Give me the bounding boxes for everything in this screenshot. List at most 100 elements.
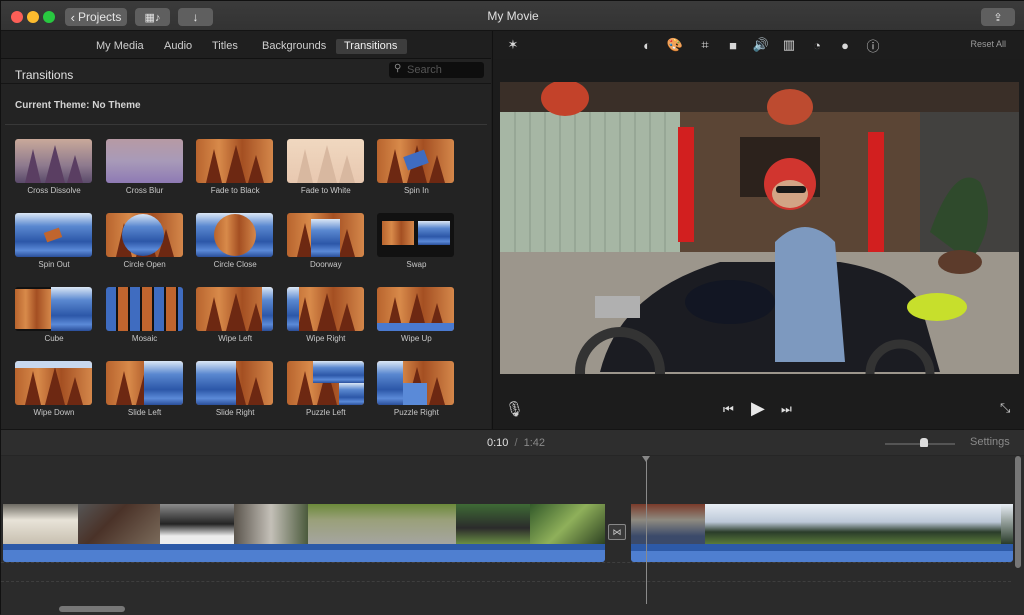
transition-wipe-down[interactable]: Wipe Down bbox=[15, 361, 93, 417]
tab-my-media[interactable]: My Media bbox=[88, 39, 152, 54]
transition-label: Doorway bbox=[310, 260, 342, 269]
info-icon[interactable]: ⓘ bbox=[865, 37, 881, 54]
transition-thumbnail[interactable] bbox=[286, 287, 364, 331]
current-time: 0:10 bbox=[487, 437, 509, 449]
clip-filter-icon[interactable]: ● bbox=[837, 37, 853, 53]
clip-thumbnail bbox=[78, 504, 160, 544]
transition-swap[interactable]: Swap bbox=[377, 213, 455, 269]
transition-label: Cube bbox=[44, 334, 64, 343]
clip-thumbnail bbox=[927, 504, 1001, 544]
playback-controls: 🎙 ⏮ ▶ ⏭ ⤡ bbox=[493, 391, 1024, 429]
transition-cross-blur[interactable]: Cross Blur bbox=[105, 139, 184, 195]
transition-label: Wipe Up bbox=[401, 334, 432, 343]
cross-dissolve-transition-icon[interactable]: ⋈ bbox=[608, 524, 626, 540]
track-divider bbox=[1, 562, 1011, 563]
transition-thumbnail[interactable] bbox=[377, 213, 455, 257]
skip-forward-icon[interactable]: ⏭ bbox=[781, 402, 792, 417]
transition-wipe-right[interactable]: Wipe Right bbox=[286, 287, 365, 343]
clip-thumbnail bbox=[160, 504, 234, 544]
clip-1[interactable] bbox=[3, 504, 605, 562]
transition-fade-to-white[interactable]: Fade to White bbox=[286, 139, 365, 195]
microphone-icon[interactable]: 🎙 bbox=[505, 400, 524, 418]
transition-spin-in[interactable]: Spin In bbox=[377, 139, 455, 195]
section-title: Transitions bbox=[15, 68, 74, 82]
stabilization-icon[interactable]: ■ bbox=[725, 37, 741, 53]
transition-thumbnail[interactable] bbox=[377, 139, 455, 183]
transition-thumbnail[interactable] bbox=[196, 213, 274, 257]
search-field[interactable]: ⚲ Search bbox=[389, 62, 484, 78]
tab-backgrounds[interactable]: Backgrounds bbox=[254, 39, 334, 54]
settings-button[interactable]: Settings bbox=[970, 436, 1010, 448]
share-icon: ⇪ bbox=[993, 11, 1003, 24]
transition-mosaic[interactable]: Mosaic bbox=[105, 287, 184, 343]
transition-thumbnail[interactable] bbox=[196, 287, 274, 331]
audio-waveform bbox=[631, 544, 1013, 562]
share-button[interactable]: ⇪ bbox=[981, 8, 1015, 26]
transition-label: Mosaic bbox=[131, 334, 158, 343]
volume-icon[interactable]: 🔊 bbox=[753, 37, 769, 53]
transition-thumbnail[interactable] bbox=[377, 361, 455, 405]
transition-cross-dissolve[interactable]: Cross Dissolve bbox=[15, 139, 93, 195]
color-balance-icon[interactable]: ◐ bbox=[639, 37, 655, 53]
transition-circle-close[interactable]: Circle Close bbox=[196, 213, 274, 269]
transition-doorway[interactable]: Doorway bbox=[286, 213, 365, 269]
playhead[interactable] bbox=[642, 456, 650, 604]
transition-thumbnail[interactable] bbox=[15, 139, 92, 183]
transition-thumbnail[interactable] bbox=[15, 213, 92, 257]
transition-label: Wipe Down bbox=[33, 408, 75, 417]
video-frame bbox=[500, 82, 1019, 374]
transition-thumbnail[interactable] bbox=[286, 139, 364, 183]
transition-wipe-left[interactable]: Wipe Left bbox=[196, 287, 274, 343]
tab-titles[interactable]: Titles bbox=[204, 39, 246, 54]
clip-thumbnail bbox=[234, 504, 308, 544]
transition-thumbnail[interactable] bbox=[286, 213, 364, 257]
transition-wipe-up[interactable]: Wipe Up bbox=[377, 287, 455, 343]
playhead-handle[interactable] bbox=[642, 456, 650, 462]
transition-thumbnail[interactable] bbox=[15, 287, 92, 331]
vertical-scrollbar[interactable] bbox=[1015, 456, 1021, 568]
transition-label: Fade to Black bbox=[210, 186, 260, 195]
tab-audio[interactable]: Audio bbox=[156, 39, 200, 54]
transition-thumbnail[interactable] bbox=[286, 361, 364, 405]
reset-all-button[interactable]: Reset All bbox=[970, 39, 1006, 49]
play-icon[interactable]: ▶ bbox=[751, 398, 765, 419]
transition-thumbnail[interactable] bbox=[377, 287, 455, 331]
video-preview[interactable] bbox=[500, 82, 1019, 374]
tab-transitions[interactable]: Transitions bbox=[336, 39, 407, 54]
transition-puzzle-right[interactable]: Puzzle Right bbox=[377, 361, 455, 417]
window-title: My Movie bbox=[487, 9, 539, 23]
transition-thumbnail[interactable] bbox=[196, 361, 274, 405]
horizontal-scrollbar[interactable] bbox=[59, 606, 125, 612]
transition-thumbnail[interactable] bbox=[105, 139, 183, 183]
current-theme-label: Current Theme: No Theme bbox=[15, 100, 141, 111]
clip-2[interactable] bbox=[631, 504, 1013, 562]
zoom-slider-thumb[interactable] bbox=[919, 438, 928, 447]
noise-reduction-icon[interactable]: ▥ bbox=[781, 37, 797, 53]
fullscreen-icon[interactable]: ⤡ bbox=[1000, 400, 1010, 416]
transition-label: Wipe Left bbox=[218, 334, 253, 343]
crop-icon[interactable]: ⌗ bbox=[697, 37, 713, 53]
skip-back-icon[interactable]: ⏮ bbox=[723, 402, 734, 417]
track-divider bbox=[1, 581, 1011, 582]
transition-thumbnail[interactable] bbox=[105, 287, 183, 331]
clip-thumbnail bbox=[3, 504, 78, 544]
transition-thumbnail[interactable] bbox=[196, 139, 274, 183]
transition-slide-left[interactable]: Slide Left bbox=[105, 361, 184, 417]
zoom-slider[interactable] bbox=[885, 438, 955, 447]
speed-icon[interactable]: ◔ bbox=[809, 37, 825, 53]
transition-cube[interactable]: Cube bbox=[15, 287, 93, 343]
transition-circle-open[interactable]: Circle Open bbox=[105, 213, 184, 269]
transition-fade-to-black[interactable]: Fade to Black bbox=[196, 139, 274, 195]
transition-thumbnail[interactable] bbox=[15, 361, 92, 405]
transition-spin-out[interactable]: Spin Out bbox=[15, 213, 93, 269]
media-browser: My Media Audio Titles Backgrounds Transi… bbox=[1, 31, 491, 429]
transition-slide-right[interactable]: Slide Right bbox=[196, 361, 274, 417]
transition-thumbnail[interactable] bbox=[105, 213, 183, 257]
magic-wand-icon[interactable]: ✶ bbox=[505, 37, 521, 53]
transition-thumbnail[interactable] bbox=[105, 361, 183, 405]
viewer: Reset All ✶ ◐ 🎨 ⌗ ■ 🔊 ▥ ◔ ● ⓘ 🎙 ⏮ ▶ ⏭ ⤡ bbox=[492, 31, 1024, 429]
color-correction-icon[interactable]: 🎨 bbox=[667, 37, 683, 53]
transition-label: Cross Dissolve bbox=[27, 186, 81, 195]
transition-label: Puzzle Left bbox=[306, 408, 346, 417]
transition-puzzle-left[interactable]: Puzzle Left bbox=[286, 361, 365, 417]
